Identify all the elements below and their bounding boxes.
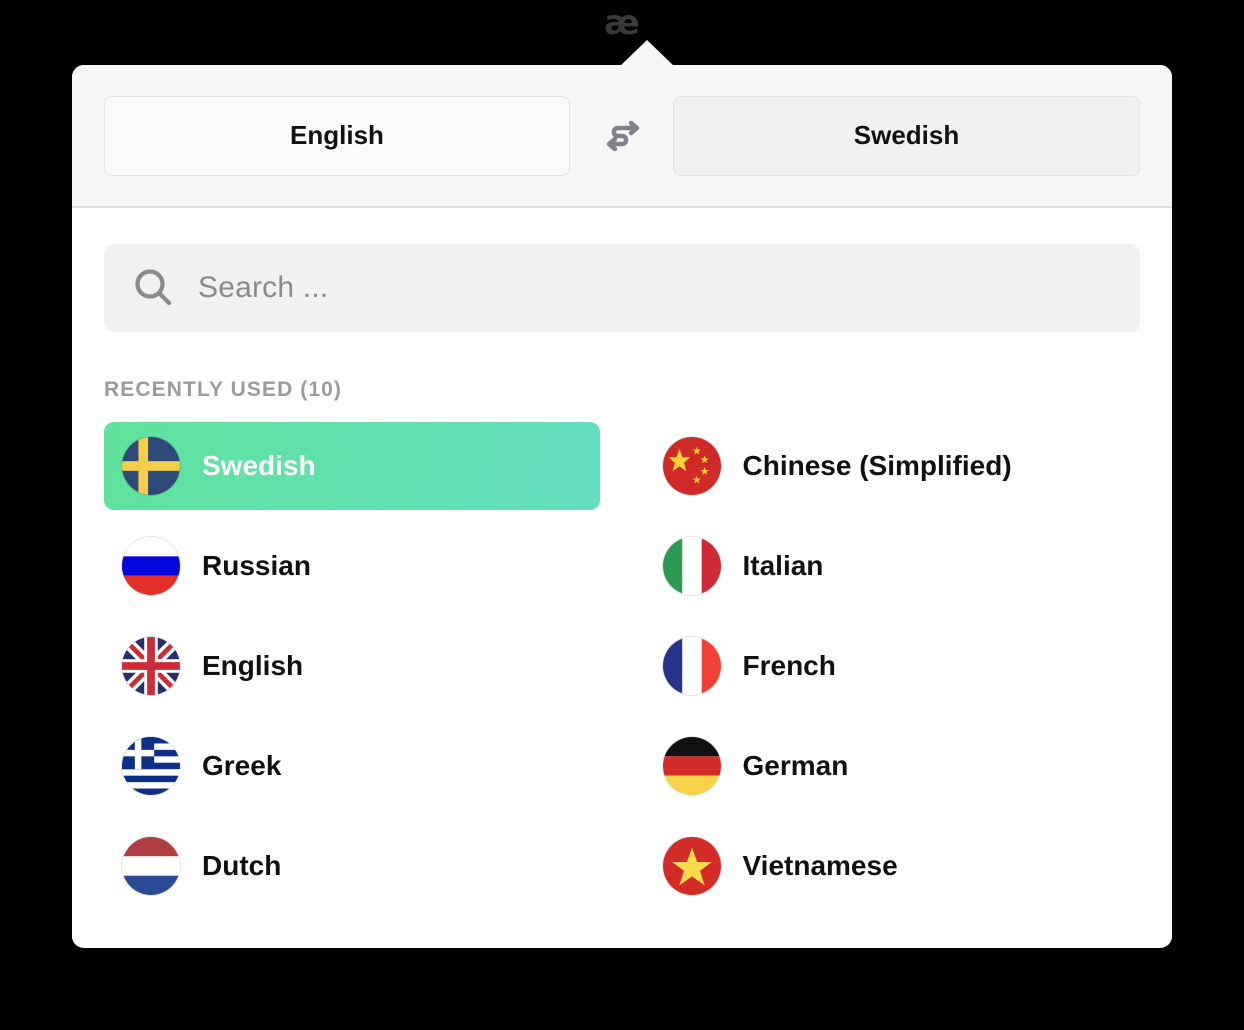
flag-greece-icon: [122, 737, 180, 795]
popover-pointer: [619, 40, 675, 67]
translate-popover: English Swedish Search ... RECENTLY USED…: [72, 65, 1172, 948]
search-icon: [135, 269, 172, 306]
source-language-button[interactable]: English: [104, 95, 570, 176]
ae-ligature-icon: æ: [604, 3, 640, 43]
flag-vietnam-icon: [662, 837, 721, 895]
flag-germany-icon: [662, 737, 721, 795]
language-label: Russian: [202, 550, 311, 581]
flag-france-icon: [662, 637, 721, 695]
flag-china-icon: [662, 437, 721, 495]
language-label: Swedish: [202, 450, 316, 481]
swap-languages-button[interactable]: [570, 113, 673, 159]
screen: æ English Swedish Search ... RECENTLY US…: [0, 0, 1244, 1030]
language-label: Greek: [202, 750, 282, 781]
flag-netherlands-icon: [122, 837, 180, 895]
flag-uk-icon: [122, 637, 180, 695]
language-list: Swedish Chinese (Simplified) Russian Ita…: [104, 422, 1140, 910]
language-row-swedish[interactable]: Swedish: [104, 422, 600, 510]
language-label: German: [742, 750, 849, 781]
recently-used-label: RECENTLY USED (10): [104, 378, 343, 401]
language-row-greek[interactable]: Greek: [104, 722, 600, 810]
language-row-french[interactable]: French: [645, 622, 1141, 710]
language-row-italian[interactable]: Italian: [645, 522, 1141, 610]
flag-sweden-icon: [122, 437, 180, 495]
search-input[interactable]: Search ...: [104, 244, 1140, 332]
language-label: Chinese (Simplified): [742, 450, 1012, 481]
language-pair-header: English Swedish: [72, 65, 1172, 208]
language-row-vietnamese[interactable]: Vietnamese: [645, 822, 1141, 910]
popover-body: Search ... RECENTLY USED (10) Swedish Ch…: [72, 208, 1172, 946]
language-row-german[interactable]: German: [645, 722, 1141, 810]
flag-russia-icon: [122, 537, 180, 595]
language-label: Dutch: [202, 850, 282, 881]
flag-italy-icon: [662, 537, 721, 595]
language-row-dutch[interactable]: Dutch: [104, 822, 600, 910]
swap-arrows-icon: [606, 120, 639, 151]
language-row-english[interactable]: English: [104, 622, 600, 710]
language-label: Italian: [742, 550, 824, 581]
language-row-chinese-simplified[interactable]: Chinese (Simplified): [645, 422, 1141, 510]
search-placeholder: Search ...: [198, 271, 329, 304]
language-label: English: [202, 650, 304, 681]
target-language-button[interactable]: Swedish: [673, 95, 1140, 176]
language-label: Vietnamese: [742, 850, 898, 881]
language-label: French: [742, 650, 836, 681]
language-row-russian[interactable]: Russian: [104, 522, 600, 610]
